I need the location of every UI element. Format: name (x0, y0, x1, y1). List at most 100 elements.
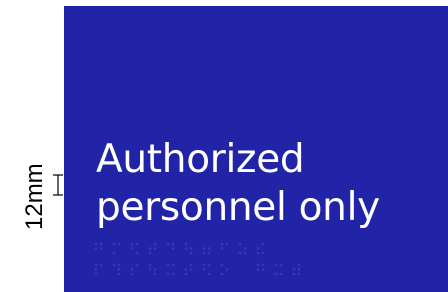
braille-cell (274, 263, 283, 276)
braille-dot (184, 242, 188, 246)
braille-dot (148, 263, 152, 267)
braille-dot (166, 272, 170, 276)
braille-cell (94, 242, 103, 250)
braille-dot (130, 242, 134, 246)
braille-dot (225, 268, 229, 271)
braille-dot (256, 263, 260, 267)
braille-cell (166, 263, 175, 276)
braille-dot (171, 247, 175, 250)
braille-dot (220, 272, 224, 276)
braille-cell (148, 263, 157, 276)
braille-dot (153, 268, 157, 271)
braille-dot (117, 242, 121, 246)
braille-dot (99, 242, 103, 246)
sign-message: Authorized personnel only (96, 136, 448, 232)
braille-dot (94, 263, 98, 267)
braille-dot (238, 251, 242, 255)
braille-dot (220, 242, 224, 246)
braille-dot (261, 263, 265, 267)
braille-dot (117, 272, 121, 276)
braille-dot (94, 268, 98, 271)
braille-dot (153, 242, 157, 246)
braille-dot (202, 263, 206, 267)
braille-dot (94, 272, 98, 276)
braille-dot (202, 251, 206, 255)
braille-dot (130, 268, 134, 271)
braille-cell (112, 242, 121, 255)
braille-dot (94, 242, 98, 246)
braille-dot (153, 272, 157, 276)
braille-dot (279, 263, 283, 267)
braille-dot (184, 247, 188, 250)
braille-dot (274, 263, 278, 267)
braille-dot (189, 247, 193, 250)
braille-dot (261, 242, 265, 246)
braille-cell (130, 263, 139, 276)
braille-dot (256, 247, 260, 250)
braille-dot (220, 263, 224, 267)
braille-dot (112, 263, 116, 267)
braille-dot (225, 242, 229, 246)
braille-dot (166, 242, 170, 246)
braille-dot (135, 263, 139, 267)
braille-cell (292, 263, 301, 276)
braille-dot (166, 263, 170, 267)
braille-dot (112, 242, 116, 246)
braille-dot (243, 251, 247, 255)
braille-dot (202, 247, 206, 250)
braille-dot (99, 263, 103, 267)
braille-dot (292, 272, 296, 276)
braille-dot (297, 263, 301, 267)
dimension-label: 12mm (12, 150, 48, 230)
braille-dot (256, 251, 260, 255)
braille-cell (184, 263, 193, 276)
braille-dot (171, 272, 175, 276)
braille-text (90, 240, 330, 280)
braille-dot (135, 242, 139, 246)
braille-cell (94, 263, 103, 276)
braille-dot (261, 251, 265, 255)
braille-cell (202, 247, 211, 255)
braille-cell (130, 242, 139, 255)
braille-dot (243, 247, 247, 250)
braille-dot (184, 272, 188, 276)
braille-dot (171, 263, 175, 267)
braille-dot (238, 242, 242, 246)
braille-dot (184, 268, 188, 271)
braille-dot (112, 251, 116, 255)
braille-dot (130, 272, 134, 276)
braille-dot (220, 247, 224, 250)
braille-cell (166, 242, 175, 250)
braille-dot (117, 268, 121, 271)
braille-dot (135, 251, 139, 255)
dimension-label-text: 12mm (21, 163, 48, 230)
braille-dot (153, 247, 157, 250)
braille-dot (148, 251, 152, 255)
sign-line-2: personnel only (96, 185, 380, 230)
braille-dot (207, 263, 211, 267)
braille-dot (117, 263, 121, 267)
braille-dot (207, 251, 211, 255)
braille-dot (130, 247, 134, 250)
braille-dot (279, 272, 283, 276)
braille-dot (189, 263, 193, 267)
braille-cell (256, 242, 265, 255)
braille-dot (94, 247, 98, 250)
braille-cell (220, 242, 229, 250)
braille-cell (184, 242, 193, 255)
braille-cell (112, 263, 121, 276)
braille-dot (171, 242, 175, 246)
braille-cell (256, 263, 265, 271)
braille-dot (256, 268, 260, 271)
braille-dot (207, 272, 211, 276)
dimension-marker (52, 173, 64, 197)
braille-cell (148, 242, 157, 255)
braille-dot (202, 268, 206, 271)
braille-dot (99, 247, 103, 250)
braille-dot (148, 247, 152, 250)
braille-dot (189, 268, 193, 271)
braille-dot (292, 268, 296, 271)
sign-line-1: Authorized (96, 137, 305, 182)
braille-dot (207, 247, 211, 250)
braille-cell (238, 242, 247, 255)
